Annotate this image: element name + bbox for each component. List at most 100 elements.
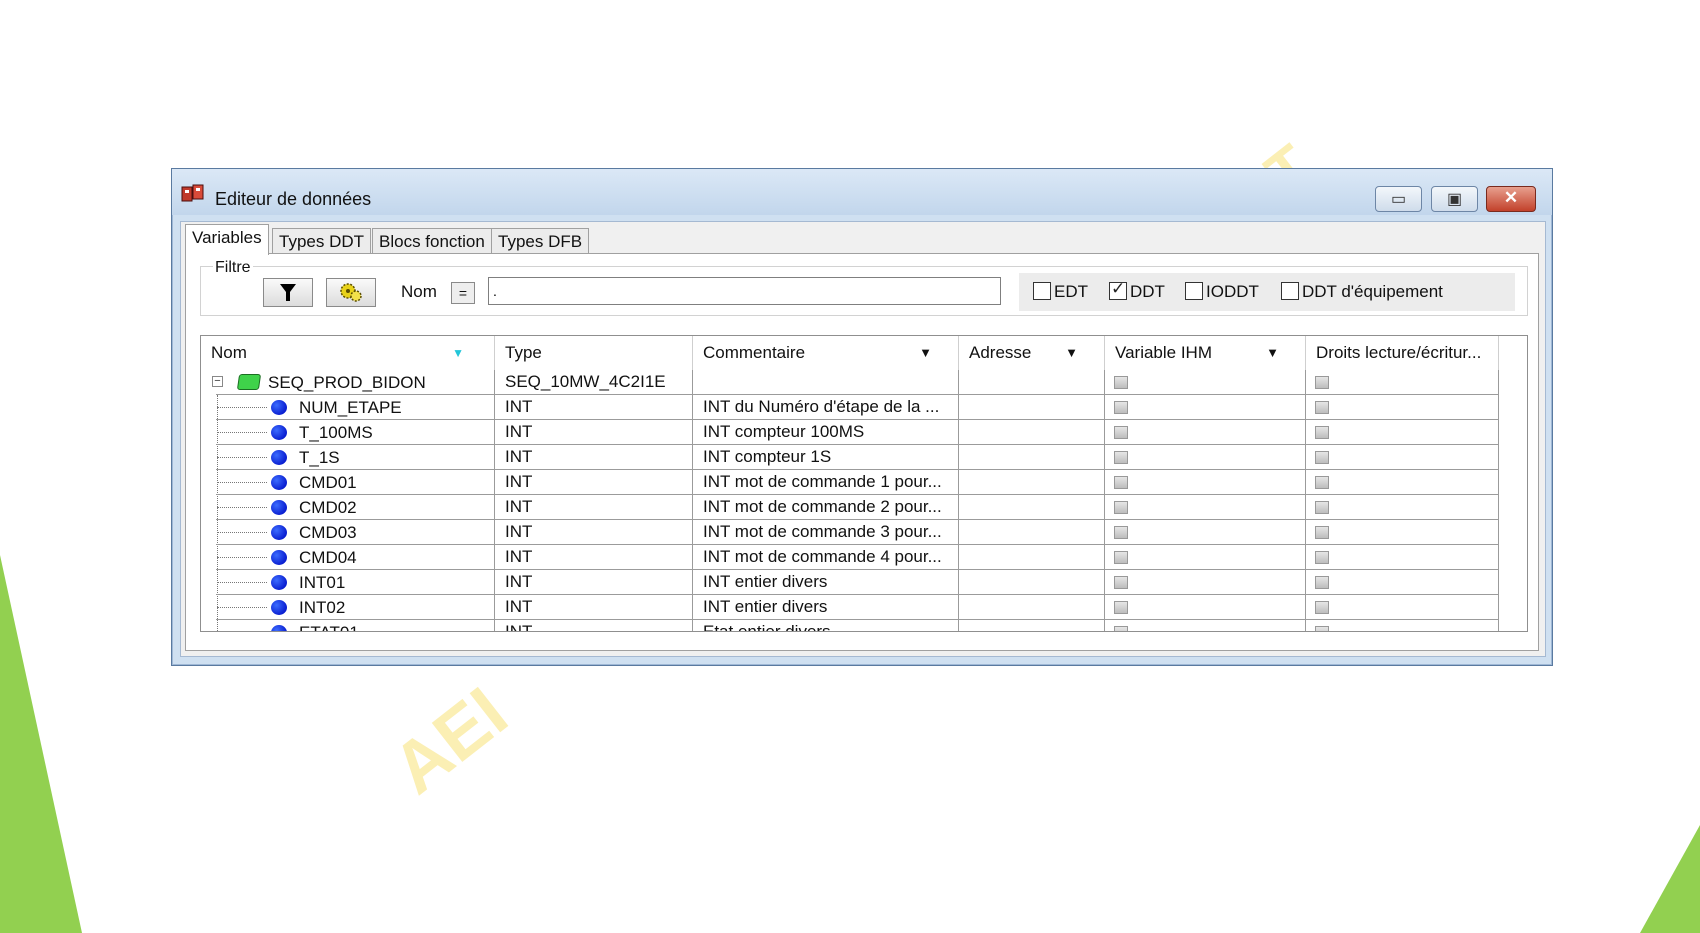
variable-ihm-checkbox[interactable] — [1114, 376, 1128, 389]
cell-droits[interactable] — [1306, 495, 1499, 520]
read-write-rights-checkbox[interactable] — [1315, 376, 1329, 389]
cell-nom[interactable]: − SEQ_PROD_BIDON — [201, 370, 495, 395]
cell-type[interactable]: SEQ_10MW_4C2I1E — [495, 370, 693, 395]
cell-adresse[interactable] — [959, 470, 1105, 495]
tab-types-dfb[interactable]: Types DFB — [491, 228, 590, 254]
tab-blocs-fonction[interactable]: Blocs fonction — [372, 228, 492, 254]
read-write-rights-checkbox[interactable] — [1315, 576, 1329, 589]
tab-variables[interactable]: Variables — [185, 224, 269, 255]
dropdown-arrow-icon[interactable]: ▼ — [1065, 336, 1078, 370]
cell-variable-ihm[interactable] — [1105, 545, 1306, 570]
cell-adresse[interactable] — [959, 445, 1105, 470]
ddt-equipement-checkbox[interactable]: DDT d'équipement — [1281, 282, 1443, 302]
cell-droits[interactable] — [1306, 395, 1499, 420]
cell-commentaire[interactable]: INT entier divers — [693, 595, 959, 620]
table-row[interactable]: CMD03 INT INT mot de commande 3 pour... — [201, 520, 1499, 545]
cell-droits[interactable] — [1306, 370, 1499, 395]
dropdown-arrow-icon[interactable]: ▼ — [1266, 336, 1279, 370]
table-row[interactable]: T_100MS INT INT compteur 100MS — [201, 420, 1499, 445]
cell-adresse[interactable] — [959, 545, 1105, 570]
maximize-button[interactable]: ▣ — [1431, 186, 1478, 212]
cell-nom[interactable]: CMD02 — [201, 495, 495, 520]
column-header-adresse[interactable]: Adresse ▼ — [959, 336, 1105, 370]
cell-variable-ihm[interactable] — [1105, 570, 1306, 595]
cell-commentaire[interactable]: INT compteur 100MS — [693, 420, 959, 445]
cell-commentaire[interactable]: INT mot de commande 1 pour... — [693, 470, 959, 495]
cell-adresse[interactable] — [959, 420, 1105, 445]
read-write-rights-checkbox[interactable] — [1315, 476, 1329, 489]
variable-ihm-checkbox[interactable] — [1114, 601, 1128, 614]
variable-ihm-checkbox[interactable] — [1114, 426, 1128, 439]
variable-ihm-checkbox[interactable] — [1114, 551, 1128, 564]
title-bar[interactable]: Editeur de données ▭ ▣ ✕ — [172, 169, 1552, 215]
cell-commentaire[interactable]: INT mot de commande 4 pour... — [693, 545, 959, 570]
cell-nom[interactable]: INT01 — [201, 570, 495, 595]
cell-adresse[interactable] — [959, 620, 1105, 631]
cell-variable-ihm[interactable] — [1105, 470, 1306, 495]
read-write-rights-checkbox[interactable] — [1315, 551, 1329, 564]
table-row[interactable]: NUM_ETAPE INT INT du Numéro d'étape de la … — [201, 395, 1499, 420]
cell-nom[interactable]: INT02 — [201, 595, 495, 620]
column-header-type[interactable]: Type — [495, 336, 693, 370]
cell-commentaire[interactable] — [693, 370, 959, 395]
column-header-commentaire[interactable]: Commentaire ▼ — [693, 336, 959, 370]
cell-droits[interactable] — [1306, 520, 1499, 545]
cell-droits[interactable] — [1306, 420, 1499, 445]
read-write-rights-checkbox[interactable] — [1315, 626, 1329, 631]
cell-commentaire[interactable]: INT du Numéro d'étape de la ... — [693, 395, 959, 420]
cell-type[interactable]: INT — [495, 445, 693, 470]
cell-adresse[interactable] — [959, 395, 1105, 420]
read-write-rights-checkbox[interactable] — [1315, 451, 1329, 464]
cell-droits[interactable] — [1306, 620, 1499, 631]
cell-nom[interactable]: CMD04 — [201, 545, 495, 570]
cell-droits[interactable] — [1306, 595, 1499, 620]
cell-variable-ihm[interactable] — [1105, 495, 1306, 520]
cell-commentaire[interactable]: INT mot de commande 3 pour... — [693, 520, 959, 545]
cell-variable-ihm[interactable] — [1105, 520, 1306, 545]
variable-ihm-checkbox[interactable] — [1114, 526, 1128, 539]
cell-adresse[interactable] — [959, 595, 1105, 620]
name-filter-input[interactable] — [488, 277, 1001, 305]
cell-nom[interactable]: T_1S — [201, 445, 495, 470]
read-write-rights-checkbox[interactable] — [1315, 501, 1329, 514]
variable-ihm-checkbox[interactable] — [1114, 476, 1128, 489]
column-header-droits[interactable]: Droits lecture/écritur... — [1306, 336, 1499, 370]
cell-type[interactable]: INT — [495, 495, 693, 520]
cell-type[interactable]: INT — [495, 520, 693, 545]
cell-droits[interactable] — [1306, 545, 1499, 570]
variable-ihm-checkbox[interactable] — [1114, 626, 1128, 631]
table-row[interactable]: CMD01 INT INT mot de commande 1 pour... — [201, 470, 1499, 495]
edt-checkbox[interactable]: EDT — [1033, 282, 1088, 302]
variable-ihm-checkbox[interactable] — [1114, 576, 1128, 589]
cell-nom[interactable]: NUM_ETAPE — [201, 395, 495, 420]
table-row[interactable]: T_1S INT INT compteur 1S — [201, 445, 1499, 470]
equals-operator-button[interactable]: = — [451, 282, 475, 304]
cell-variable-ihm[interactable] — [1105, 370, 1306, 395]
cell-adresse[interactable] — [959, 570, 1105, 595]
cell-type[interactable]: INT — [495, 545, 693, 570]
variable-ihm-checkbox[interactable] — [1114, 401, 1128, 414]
close-button[interactable]: ✕ — [1486, 186, 1536, 212]
cell-type[interactable]: INT — [495, 595, 693, 620]
cell-adresse[interactable] — [959, 520, 1105, 545]
cell-variable-ihm[interactable] — [1105, 395, 1306, 420]
table-row[interactable]: INT02 INT INT entier divers — [201, 595, 1499, 620]
table-row[interactable]: CMD02 INT INT mot de commande 2 pour... — [201, 495, 1499, 520]
table-row[interactable]: CMD04 INT INT mot de commande 4 pour... — [201, 545, 1499, 570]
cell-type[interactable]: INT — [495, 420, 693, 445]
cell-droits[interactable] — [1306, 570, 1499, 595]
cell-type[interactable]: INT — [495, 570, 693, 595]
table-row[interactable]: − SEQ_PROD_BIDON SEQ_10MW_4C2I1E — [201, 370, 1499, 395]
cell-droits[interactable] — [1306, 445, 1499, 470]
read-write-rights-checkbox[interactable] — [1315, 601, 1329, 614]
cell-type[interactable]: INT — [495, 620, 693, 631]
filter-settings-button[interactable] — [326, 278, 376, 307]
cell-nom[interactable]: CMD03 — [201, 520, 495, 545]
variable-ihm-checkbox[interactable] — [1114, 501, 1128, 514]
read-write-rights-checkbox[interactable] — [1315, 526, 1329, 539]
minimize-button[interactable]: ▭ — [1375, 186, 1422, 212]
cell-type[interactable]: INT — [495, 470, 693, 495]
cell-type[interactable]: INT — [495, 395, 693, 420]
cell-variable-ihm[interactable] — [1105, 445, 1306, 470]
cell-variable-ihm[interactable] — [1105, 595, 1306, 620]
